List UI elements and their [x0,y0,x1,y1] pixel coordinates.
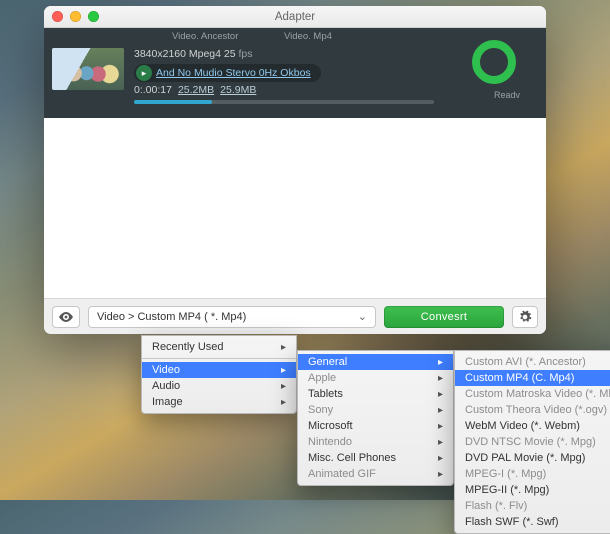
resolution-text: 3840x2160 Mpeg4 25 fps [134,48,253,60]
titlebar[interactable]: Adapter [44,6,546,28]
format-menu-level2[interactable]: General▸ Apple▸ Tablets▸ Sony▸ Microsoft… [297,350,454,486]
file-stats: 0:.00:17 25.2MB 25.9MB [134,84,256,96]
video-thumbnail[interactable] [52,48,124,90]
menu-item-apple[interactable]: Apple▸ [298,370,453,386]
menu-item-general[interactable]: General▸ [298,354,453,370]
audio-info-text: And No Mudio Stervo 0Hz Okbos [156,67,311,79]
menu-separator [142,358,296,359]
audio-info-row[interactable]: ▸ And No Mudio Stervo 0Hz Okbos [134,64,321,82]
play-icon[interactable]: ▸ [136,65,152,81]
chevron-right-icon: ▸ [263,342,286,353]
duration: 0:.00:17 [134,84,172,96]
chevron-right-icon: ▸ [420,421,443,432]
menu-item-image[interactable]: Image▸ [142,394,296,410]
chevron-right-icon: ▸ [420,453,443,464]
eye-icon [58,312,74,322]
menu-item-webm[interactable]: WebM Video (*. Webm) [455,418,610,434]
chevron-right-icon: ▸ [420,389,443,400]
format-menu-level1[interactable]: Recently Used▸ Video▸ Audio▸ Image▸ [141,335,297,414]
menu-item-mp4[interactable]: Custom MP4 (C. Mp4) [455,370,610,386]
menu-item-mkv[interactable]: Custom Matroska Video (*. Mkv) [455,386,610,402]
queue-panel: Video. Ancestor Video. Mp4 3840x2160 Mpe… [44,28,546,118]
menu-item-ogv[interactable]: Custom Theora Video (*.ogv) [455,402,610,418]
menu-item-misc[interactable]: Misc. Cell Phones▸ [298,450,453,466]
preview-button[interactable] [52,306,80,328]
menu-item-recent[interactable]: Recently Used▸ [142,339,296,355]
chevron-right-icon: ▸ [420,469,443,480]
menu-item-swf[interactable]: Flash SWF (*. Swf) [455,514,610,530]
chevron-right-icon: ▸ [420,373,443,384]
menu-item-tablets[interactable]: Tablets▸ [298,386,453,402]
gear-icon [518,310,532,324]
minimize-icon[interactable] [70,11,81,22]
progress-bar[interactable] [134,100,434,104]
menu-item-sony[interactable]: Sony▸ [298,402,453,418]
zoom-icon[interactable] [88,11,99,22]
chevron-updown-icon: ⌄ [358,310,367,323]
menu-item-video[interactable]: Video▸ [142,362,296,378]
menu-item-avi[interactable]: Custom AVI (*. Ancestor) [455,354,610,370]
app-window: Adapter Video. Ancestor Video. Mp4 3840x… [44,6,546,334]
status-text: Readv [494,90,520,100]
menu-item-mpeg1[interactable]: MPEG-I (*. Mpg) [455,466,610,482]
menu-item-pal[interactable]: DVD PAL Movie (*. Mpg) [455,450,610,466]
footer-toolbar: Video > Custom MP4 ( *. Mp4) ⌄ Convesrt [44,298,546,334]
window-title: Adapter [275,11,315,23]
size-source: 25.2MB [178,84,214,96]
menu-item-microsoft[interactable]: Microsoft▸ [298,418,453,434]
status-ring-icon [472,40,516,84]
menu-item-audio[interactable]: Audio▸ [142,378,296,394]
convert-button[interactable]: Convesrt [384,306,504,328]
workspace[interactable] [44,118,546,298]
menu-item-gif[interactable]: Animated GIF▸ [298,466,453,482]
menu-item-mpeg2[interactable]: MPEG-II (*. Mpg) [455,482,610,498]
format-select[interactable]: Video > Custom MP4 ( *. Mp4) ⌄ [88,306,376,328]
menu-item-flv[interactable]: Flash (*. Flv) [455,498,610,514]
chevron-right-icon: ▸ [263,397,286,408]
format-menu-level3[interactable]: Custom AVI (*. Ancestor) Custom MP4 (C. … [454,350,610,534]
settings-button[interactable] [512,306,538,328]
chevron-right-icon: ▸ [420,405,443,416]
close-icon[interactable] [52,11,63,22]
column-header: Video. Mp4 [284,31,332,42]
size-target: 25.9MB [220,84,256,96]
column-header: Video. Ancestor [172,31,238,42]
chevron-right-icon: ▸ [263,381,286,392]
menu-item-ntsc[interactable]: DVD NTSC Movie (*. Mpg) [455,434,610,450]
chevron-right-icon: ▸ [420,357,443,368]
chevron-right-icon: ▸ [420,437,443,448]
menu-item-nintendo[interactable]: Nintendo▸ [298,434,453,450]
format-path: Video > Custom MP4 ( *. Mp4) [97,311,246,323]
chevron-right-icon: ▸ [263,365,286,376]
